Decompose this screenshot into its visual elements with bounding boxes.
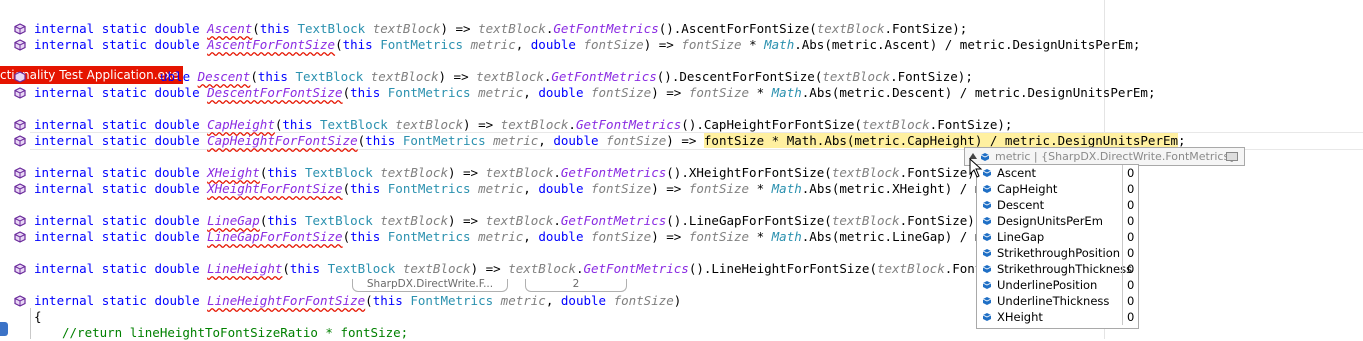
inline-hint-type[interactable]: SharpDX.DirectWrite.F... xyxy=(352,279,508,292)
method-glyph-icon xyxy=(14,167,26,179)
member-value[interactable]: 0 xyxy=(1127,245,1134,261)
field-icon xyxy=(982,201,992,209)
field-icon xyxy=(982,297,992,305)
datatip-member-row[interactable]: LineGap 0 xyxy=(977,229,1138,245)
member-value[interactable]: 0 xyxy=(1127,293,1134,309)
member-value[interactable]: 0 xyxy=(1127,213,1134,229)
member-name: CapHeight xyxy=(997,182,1058,196)
column-separator xyxy=(1122,245,1123,261)
code-line-8[interactable]: internal static double XHeightForFontSiz… xyxy=(34,181,1050,197)
field-icon xyxy=(982,249,992,257)
code-editor[interactable]: internal static double Ascent(this TextB… xyxy=(0,0,1363,340)
method-glyph-icon xyxy=(14,135,26,147)
datatip-var-type: {SharpDX.DirectWrite.FontMetrics} xyxy=(1041,150,1237,163)
mouse-cursor-icon xyxy=(969,158,983,178)
datatip-member-row[interactable]: Descent 0 xyxy=(977,197,1138,213)
code-line-5[interactable]: internal static double CapHeight(this Te… xyxy=(34,117,1012,133)
datatip-member-row[interactable]: StrikethroughThickness 0 xyxy=(977,261,1138,277)
column-separator xyxy=(1122,261,1123,277)
field-icon xyxy=(982,281,992,289)
code-line-7[interactable]: internal static double XHeight(this Text… xyxy=(34,165,982,181)
column-separator xyxy=(1122,181,1123,197)
member-value[interactable]: 0 xyxy=(1127,197,1134,213)
method-glyph-icon xyxy=(14,87,26,99)
method-glyph-icon xyxy=(14,215,26,227)
method-glyph-icon xyxy=(14,39,26,51)
method-glyph-icon xyxy=(14,295,26,307)
member-name: UnderlinePosition xyxy=(997,278,1098,292)
code-line-12[interactable]: internal static double LineHeightForFont… xyxy=(34,293,681,309)
field-icon xyxy=(982,313,992,321)
member-name: Ascent xyxy=(997,166,1037,180)
member-value[interactable]: 0 xyxy=(1127,277,1134,293)
field-icon xyxy=(982,217,992,225)
method-glyph-icon xyxy=(14,71,26,83)
member-value[interactable]: 0 xyxy=(1127,181,1134,197)
datatip-member-row[interactable]: XHeight 0 xyxy=(977,309,1138,325)
datatip-member-row[interactable]: Ascent 0 xyxy=(977,165,1138,181)
code-line-1[interactable]: internal static double Ascent(this TextB… xyxy=(34,21,967,37)
member-name: LineGap xyxy=(997,230,1045,244)
member-value[interactable]: 0 xyxy=(1127,309,1134,325)
method-glyph-icon xyxy=(14,183,26,195)
column-separator xyxy=(1122,293,1123,309)
member-value[interactable]: 0 xyxy=(1127,261,1134,277)
member-name: StrikethroughThickness xyxy=(997,262,1133,276)
column-separator xyxy=(1122,165,1123,181)
datatip-member-row[interactable]: DesignUnitsPerEm 0 xyxy=(977,213,1138,229)
code-line-11[interactable]: internal static double LineHeight(this T… xyxy=(34,261,1028,277)
field-icon xyxy=(982,185,992,193)
code-line-3[interactable]: uble Descent(this TextBlock textBlock) =… xyxy=(160,69,973,85)
member-name: UnderlineThickness xyxy=(997,294,1110,308)
current-statement-highlight: fontSize * Math.Abs(metric.CapHeight) / … xyxy=(703,133,1179,148)
member-name: DesignUnitsPerEm xyxy=(997,214,1103,228)
brace-guide-line xyxy=(30,308,31,339)
member-value[interactable]: 0 xyxy=(1127,165,1134,181)
method-glyph-icon xyxy=(14,119,26,131)
field-icon xyxy=(982,233,992,241)
column-separator xyxy=(1122,277,1123,293)
column-separator xyxy=(1122,309,1123,325)
method-glyph-icon xyxy=(14,23,26,35)
inline-hint-count[interactable]: 2 xyxy=(525,279,627,292)
code-line-10[interactable]: internal static double LineGapForFontSiz… xyxy=(34,229,1050,245)
column-separator xyxy=(1122,229,1123,245)
method-glyph-icon xyxy=(14,263,26,275)
member-value[interactable]: 0 xyxy=(1127,229,1134,245)
column-separator xyxy=(1122,197,1123,213)
datatip-member-row[interactable]: UnderlinePosition 0 xyxy=(977,277,1138,293)
app-process-label: ctionality Test Application.exe xyxy=(0,66,183,84)
code-line-4[interactable]: internal static double DescentForFontSiz… xyxy=(34,85,1155,101)
datatip-member-row[interactable]: UnderlineThickness 0 xyxy=(977,293,1138,309)
datatip-members-list[interactable]: Ascent 0 CapHeight 0 Descent 0 DesignUnitsPerE… xyxy=(976,164,1139,329)
method-glyph-icon xyxy=(14,231,26,243)
code-line-2[interactable]: internal static double AscentForFontSize… xyxy=(34,37,1140,53)
code-line-13[interactable]: { xyxy=(34,309,42,325)
field-icon xyxy=(982,265,992,273)
datatip-var-name: metric xyxy=(995,150,1031,163)
column-separator xyxy=(1122,213,1123,229)
member-name: XHeight xyxy=(997,310,1043,324)
datatip-member-row[interactable]: StrikethroughPosition 0 xyxy=(977,245,1138,261)
code-line-9[interactable]: internal static double LineGap(this Text… xyxy=(34,213,982,229)
member-name: StrikethroughPosition xyxy=(997,246,1121,260)
member-name: Descent xyxy=(997,198,1045,212)
gutter-marker xyxy=(0,322,8,336)
datatip-member-row[interactable]: CapHeight 0 xyxy=(977,181,1138,197)
pin-icon[interactable] xyxy=(1226,152,1238,161)
